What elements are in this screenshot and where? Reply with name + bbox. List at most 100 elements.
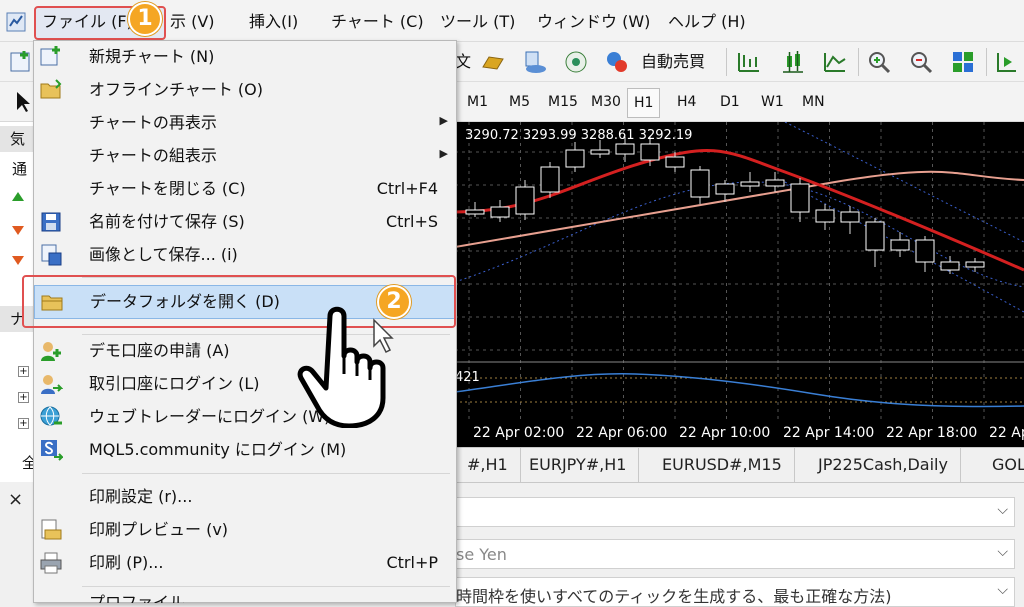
timeframe-m1[interactable]: M1 bbox=[464, 93, 491, 111]
gold-bar-icon[interactable] bbox=[480, 49, 506, 75]
price-chart[interactable]: 3290.72 3293.99 3288.61 3292.19 421 22 A… bbox=[455, 122, 1024, 447]
menu-item-label: 取引口座にログイン (L) bbox=[89, 374, 260, 393]
menu-item-label: 印刷プレビュー (v) bbox=[89, 520, 229, 539]
expand-icon[interactable]: + bbox=[18, 392, 29, 403]
up-arrow-icon bbox=[12, 192, 24, 201]
menu-item-shortcut: Ctrl+S bbox=[385, 212, 438, 231]
candle-body bbox=[915, 239, 935, 263]
menu-item-save-as[interactable]: 名前を付けて保存 (S) Ctrl+S bbox=[34, 206, 456, 238]
menu-item-label: デモ口座の申請 (A) bbox=[89, 341, 230, 360]
market-icon[interactable] bbox=[522, 49, 548, 75]
zoom-out-icon[interactable] bbox=[908, 49, 934, 75]
chevron-down-icon: ⌵ bbox=[997, 544, 1008, 560]
menu-item-chart-reopen[interactable]: チャートの再表示 ▶ bbox=[34, 107, 456, 139]
market-watch-tab[interactable]: 通 bbox=[12, 158, 27, 179]
pointing-hand-icon bbox=[297, 306, 394, 428]
menu-chart[interactable]: チャート (C) bbox=[331, 10, 424, 34]
menu-item-login-mql5[interactable]: MQL5.community にログイン (M) bbox=[34, 434, 456, 466]
menu-item-shortcut: Ctrl+P bbox=[386, 553, 438, 572]
candle-body bbox=[690, 169, 710, 198]
menu-item-new-chart[interactable]: 新規チャート (N) bbox=[34, 41, 456, 73]
candle-body bbox=[840, 211, 860, 223]
tile-windows-icon[interactable] bbox=[950, 49, 976, 75]
menu-item-label: 印刷設定 (r)... bbox=[89, 487, 193, 506]
menu-separator bbox=[82, 586, 450, 587]
timeframe-m5[interactable]: M5 bbox=[506, 93, 533, 111]
chevron-down-icon: ⌵ bbox=[997, 502, 1008, 518]
save-image-icon bbox=[41, 244, 62, 266]
save-icon bbox=[41, 212, 61, 232]
menu-view[interactable]: 示 (V) bbox=[170, 10, 215, 34]
menu-item-offline-chart[interactable]: オフラインチャート (O) bbox=[34, 74, 456, 106]
chevron-down-icon: ⌵ bbox=[997, 582, 1008, 598]
chart-tab[interactable]: JP225Cash,Daily bbox=[806, 448, 961, 483]
ohlc-readout: 3290.72 3293.99 3288.61 3292.19 bbox=[465, 128, 693, 143]
autoscroll-icon[interactable] bbox=[994, 49, 1020, 75]
menu-tools[interactable]: ツール (T) bbox=[440, 10, 515, 34]
close-icon[interactable]: × bbox=[8, 489, 23, 510]
menu-item-print-preview[interactable]: 印刷プレビュー (v) bbox=[34, 514, 456, 546]
menu-file[interactable]: ファイル (F) bbox=[42, 10, 133, 34]
menu-item-label: チャートの組表示 bbox=[89, 146, 217, 165]
timeframe-m15[interactable]: M15 bbox=[545, 93, 581, 111]
submenu-arrow-icon: ▶ bbox=[439, 147, 448, 160]
down-arrow-icon bbox=[12, 256, 24, 265]
tester-expert-select[interactable]: ⌵ bbox=[455, 497, 1015, 527]
menu-item-shortcut: Ctrl+F4 bbox=[376, 179, 438, 198]
new-chart-icon[interactable] bbox=[8, 49, 34, 75]
chart-tab[interactable]: #,H1 bbox=[455, 448, 521, 483]
submenu-arrow-icon: ▶ bbox=[439, 114, 448, 127]
app-icon bbox=[6, 12, 26, 32]
chart-tab[interactable]: EURJPY#,H1 bbox=[517, 448, 640, 483]
menu-item-close-chart[interactable]: チャートを閉じる (C) Ctrl+F4 bbox=[34, 173, 456, 205]
menu-item-save-picture[interactable]: 画像として保存... (i) bbox=[34, 239, 456, 271]
demo-account-icon bbox=[41, 342, 61, 361]
tester-model-text: 時間枠を使いすべてのティックを生成する、最も正確な方法) bbox=[456, 587, 892, 606]
chart-tabs: #,H1 EURJPY#,H1 EURUSD#,M15 JP225Cash,Da… bbox=[455, 447, 1024, 483]
candle-body bbox=[865, 221, 885, 251]
bar-chart-icon[interactable] bbox=[736, 49, 762, 75]
toolbar-separator bbox=[858, 48, 859, 76]
menu-help[interactable]: ヘルプ (H) bbox=[668, 10, 746, 34]
menu-item-chart-profiles[interactable]: チャートの組表示 ▶ bbox=[34, 140, 456, 172]
auto-trading-icon[interactable] bbox=[604, 49, 630, 75]
timeframe-mn[interactable]: MN bbox=[799, 93, 828, 111]
market-watch-title: 気 bbox=[10, 130, 26, 148]
expand-icon[interactable]: + bbox=[18, 418, 29, 429]
expand-icon[interactable]: + bbox=[18, 366, 29, 377]
time-label: 22 Ap bbox=[989, 425, 1024, 441]
menu-item-print[interactable]: 印刷 (P)... Ctrl+P bbox=[34, 547, 456, 579]
menu-insert[interactable]: 挿入(I) bbox=[249, 10, 298, 34]
signals-icon[interactable] bbox=[563, 49, 589, 75]
menu-item-print-setup[interactable]: 印刷設定 (r)... bbox=[34, 481, 456, 513]
zoom-in-icon[interactable] bbox=[866, 49, 892, 75]
time-label: 22 Apr 10:00 bbox=[679, 425, 771, 441]
menu-item-label: 画像として保存... (i) bbox=[89, 245, 238, 264]
candle-body bbox=[790, 183, 810, 213]
candlestick-icon[interactable] bbox=[780, 49, 806, 75]
timeframe-h4[interactable]: H4 bbox=[674, 93, 699, 111]
line-chart-icon[interactable] bbox=[822, 49, 848, 75]
timeframe-h1[interactable]: H1 bbox=[627, 88, 661, 118]
candle-body bbox=[640, 143, 660, 161]
candle-body bbox=[490, 206, 510, 218]
time-label: 22 Apr 14:00 bbox=[783, 425, 875, 441]
toolbar-separator bbox=[726, 48, 727, 76]
menu-window[interactable]: ウィンドウ (W) bbox=[537, 10, 650, 34]
chart-tab[interactable]: GOL bbox=[980, 448, 1024, 483]
menu-separator bbox=[82, 473, 450, 474]
indicator-value: 421 bbox=[455, 370, 480, 385]
folder-open-icon bbox=[40, 79, 62, 99]
fast-moving-average bbox=[455, 149, 1024, 272]
menu-item-profiles[interactable]: プロファイル... bbox=[34, 591, 456, 603]
chart-tab[interactable]: EURUSD#,M15 bbox=[650, 448, 795, 483]
tester-symbol-select[interactable]: se Yen ⌵ bbox=[455, 539, 1015, 569]
timeframe-d1[interactable]: D1 bbox=[717, 93, 743, 111]
timeframe-w1[interactable]: W1 bbox=[758, 93, 787, 111]
auto-trading-label[interactable]: 自動売買 bbox=[641, 51, 705, 73]
menu-item-label: チャートの再表示 bbox=[89, 113, 217, 132]
toolbar-partial-text: 文 bbox=[455, 52, 472, 71]
candle-body bbox=[515, 186, 535, 215]
menu-item-label: オフラインチャート (O) bbox=[89, 80, 264, 99]
timeframe-m30[interactable]: M30 bbox=[588, 93, 624, 111]
